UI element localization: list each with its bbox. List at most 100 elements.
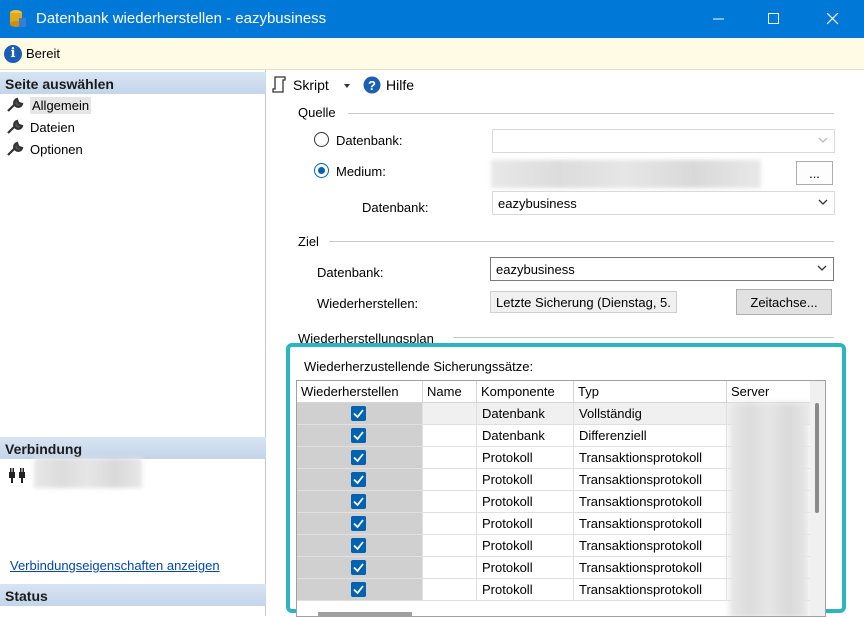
database-app-icon <box>10 10 26 27</box>
close-icon <box>827 13 839 25</box>
page-item-files[interactable]: Dateien <box>6 117 75 137</box>
checkbox-checked-icon[interactable] <box>351 516 366 531</box>
column-header-component[interactable]: Komponente <box>477 381 574 403</box>
checkbox-checked-icon[interactable] <box>351 560 366 575</box>
source-medium-radio[interactable] <box>314 163 329 178</box>
browse-button[interactable]: ... <box>796 161 833 185</box>
source-database-combo <box>492 129 835 153</box>
chevron-down-icon <box>818 137 828 143</box>
page-item-options[interactable]: Optionen <box>6 139 83 159</box>
type-cell: Transaktionsprotokoll <box>574 557 727 579</box>
source-database-radio[interactable] <box>314 132 329 147</box>
status-text: Bereit <box>26 46 60 61</box>
type-cell: Transaktionsprotokoll <box>574 513 727 535</box>
column-header-restore[interactable]: Wiederherstellen <box>297 381 423 403</box>
name-cell <box>423 469 477 491</box>
title-bar: Datenbank wiederherstellen - eazybusines… <box>0 0 864 38</box>
minimize-button[interactable] <box>690 0 748 38</box>
component-cell: Protokoll <box>477 557 574 579</box>
checkbox-checked-icon[interactable] <box>351 582 366 597</box>
type-cell: Vollständig <box>574 403 727 425</box>
restore-cell[interactable] <box>297 469 423 491</box>
window-title: Datenbank wiederherstellen - eazybusines… <box>36 10 327 27</box>
restore-plan-group-line <box>453 337 834 338</box>
type-cell: Transaktionsprotokoll <box>574 535 727 557</box>
column-header-type[interactable]: Typ <box>574 381 727 403</box>
source-database-select[interactable]: eazybusiness <box>492 191 835 215</box>
close-button[interactable] <box>804 0 862 38</box>
page-item-label: Optionen <box>30 141 83 157</box>
component-cell: Datenbank <box>477 425 574 447</box>
target-group-line <box>329 241 834 242</box>
grid-scrollbar-thumb[interactable] <box>815 403 819 513</box>
target-group-label: Ziel <box>298 234 319 249</box>
source-database-value: eazybusiness <box>498 196 577 211</box>
component-cell: Protokoll <box>477 447 574 469</box>
info-icon: i <box>4 45 22 63</box>
target-database-label: Datenbank: <box>317 265 384 280</box>
component-cell: Protokoll <box>477 535 574 557</box>
status-header: Status <box>0 584 266 606</box>
timeline-button[interactable]: Zeitachse... <box>736 289 832 315</box>
restore-to-field[interactable]: Letzte Sicherung (Dienstag, 5. <box>490 291 677 313</box>
horizontal-scrollbar-thumb[interactable] <box>318 612 412 616</box>
browse-button-label: ... <box>809 165 820 181</box>
connection-info-redacted <box>34 458 142 488</box>
wrench-icon <box>7 119 24 134</box>
select-page-header: Seite auswählen <box>0 72 266 94</box>
component-cell: Protokoll <box>477 579 574 601</box>
backup-sets-label: Wiederherzustellende Sicherungssätze: <box>304 359 534 374</box>
connection-properties-link[interactable]: Verbindungseigenschaften anzeigen <box>10 558 220 573</box>
name-cell <box>423 557 477 579</box>
grid-scrollbar[interactable] <box>810 381 825 616</box>
type-cell: Transaktionsprotokoll <box>574 579 727 601</box>
script-dropdown-arrow[interactable] <box>344 84 350 88</box>
name-cell <box>423 447 477 469</box>
restore-cell[interactable] <box>297 535 423 557</box>
help-label: Hilfe <box>386 77 415 93</box>
page-item-general[interactable]: Allgemein <box>6 95 92 115</box>
name-cell <box>423 403 477 425</box>
restore-cell[interactable] <box>297 579 423 601</box>
source-group-label: Quelle <box>298 105 336 120</box>
type-cell: Transaktionsprotokoll <box>574 447 727 469</box>
script-icon <box>272 76 286 93</box>
source-database-label: Datenbank: <box>362 200 429 215</box>
checkbox-checked-icon[interactable] <box>351 472 366 487</box>
component-cell: Protokoll <box>477 491 574 513</box>
left-pane: Seite auswählen Allgemein Dateien Option… <box>0 70 266 616</box>
timeline-button-label: Zeitachse... <box>750 294 818 310</box>
page-item-label: Allgemein <box>30 96 92 114</box>
type-cell: Transaktionsprotokoll <box>574 491 727 513</box>
page-item-label: Dateien <box>30 119 75 135</box>
source-group-line <box>348 113 834 114</box>
target-database-select[interactable]: eazybusiness <box>490 257 834 281</box>
checkbox-checked-icon[interactable] <box>351 538 366 553</box>
restore-cell[interactable] <box>297 557 423 579</box>
checkbox-checked-icon[interactable] <box>351 406 366 421</box>
restore-cell[interactable] <box>297 491 423 513</box>
checkbox-checked-icon[interactable] <box>351 450 366 465</box>
checkbox-checked-icon[interactable] <box>351 428 366 443</box>
restore-plan-highlight: Wiederherzustellende Sicherungssätze: Wi… <box>286 343 846 617</box>
help-button[interactable]: ? Hilfe <box>363 76 414 94</box>
restore-cell[interactable] <box>297 425 423 447</box>
restore-cell[interactable] <box>297 403 423 425</box>
connection-header: Verbindung <box>0 437 266 459</box>
source-medium-path-redacted <box>491 160 761 188</box>
restore-cell[interactable] <box>297 513 423 535</box>
maximize-button[interactable] <box>745 0 803 38</box>
restore-cell[interactable] <box>297 447 423 469</box>
checkbox-checked-icon[interactable] <box>351 494 366 509</box>
restore-to-label: Wiederherstellen: <box>317 296 419 311</box>
server-column-redacted <box>729 403 809 616</box>
restore-to-value: Letzte Sicherung (Dienstag, 5. <box>496 294 671 310</box>
type-cell: Transaktionsprotokoll <box>574 469 727 491</box>
backup-sets-grid[interactable]: Wiederherstellen Name Komponente Typ Ser… <box>296 380 826 617</box>
chevron-down-icon <box>818 199 828 205</box>
column-header-name[interactable]: Name <box>423 381 477 403</box>
component-cell: Protokoll <box>477 469 574 491</box>
script-button[interactable]: Skript <box>272 76 329 94</box>
source-medium-radio-label: Medium: <box>336 164 386 179</box>
component-cell: Datenbank <box>477 403 574 425</box>
